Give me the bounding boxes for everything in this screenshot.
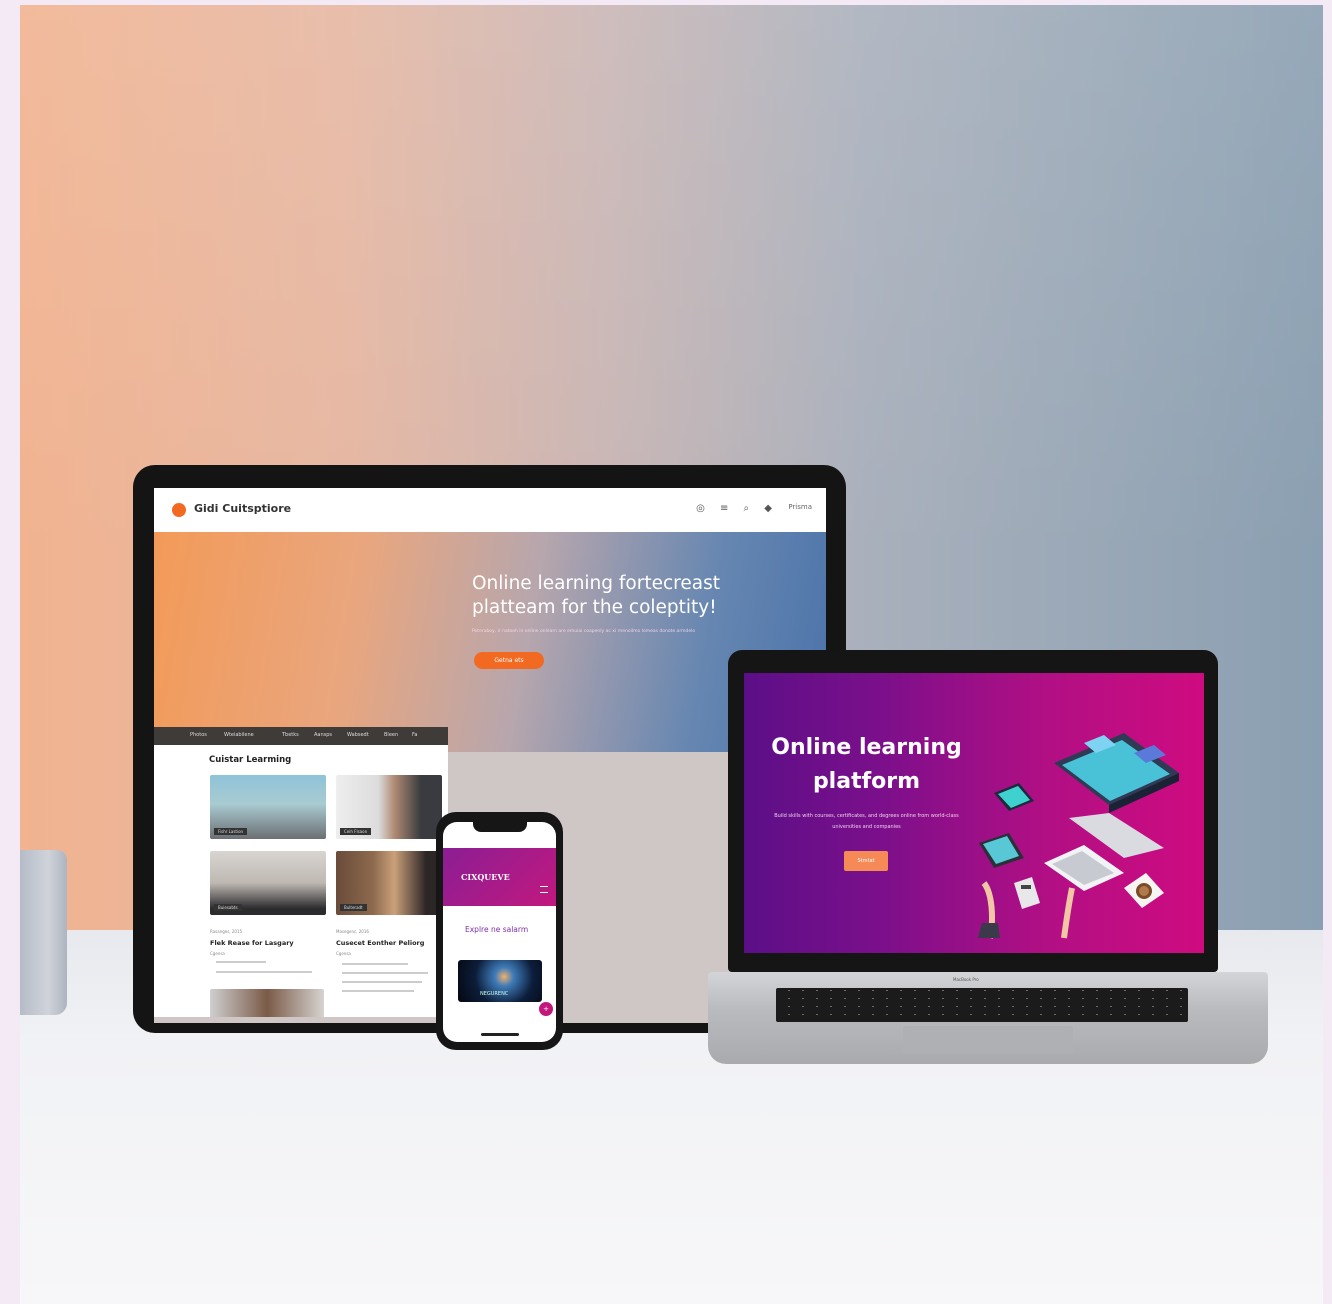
hero-cta-button[interactable]: Getna ets [474,652,544,669]
phone-explore-link[interactable]: Explre ne salarm [465,925,528,934]
hero-banner: Online learning fortecreast platteam for… [154,532,826,752]
laptop-hero-title: Online learning platform [764,731,969,799]
hero-title: Online learning fortecreast platteam for… [472,572,732,620]
header-button[interactable]: Prisma [788,503,812,511]
coffee-cup-icon [1124,873,1164,908]
laptop-deck: MacBook Pro [708,972,1268,1064]
text-line [216,961,266,963]
text-line [342,972,428,974]
laptop-brandmark: MacBook Pro [953,977,979,982]
hamburger-menu-icon[interactable] [540,886,548,893]
post-meta: Rasanges, 2015 [210,929,243,934]
isometric-devices-illustration [978,733,1179,939]
menu-item[interactable]: Wabsedt [347,732,369,738]
post-title[interactable]: Flek Rease for Lasgary [210,939,294,947]
laptop-base: MacBook Pro [708,972,1268,1064]
text-line [342,990,414,992]
post-sub: Cgensa [210,951,225,956]
post-meta: Masegenc, 2016 [336,929,369,934]
floating-action-button[interactable]: + [539,1002,553,1016]
laptop-hero-subtitle: Build skills with courses, certificates,… [774,813,959,830]
card-caption: Fishr Lastion [214,828,248,835]
post-sub: Cgensa [336,951,351,956]
course-listing-page: Photos Wteiabilene Tbetks Aansps Wabsedt… [154,727,448,1017]
mug [20,850,67,1015]
home-indicator [481,1033,519,1036]
site-header: Gidi Cuitsptiore ◎ ≡ ⌕ ◆ Prisma [154,488,826,533]
keyboard[interactable] [776,988,1188,1022]
phone-course-card[interactable]: NEGURENC [458,960,542,1002]
site-brand[interactable]: Gidi Cuitsptiore [194,502,291,515]
laptop-cta-button[interactable]: Stmtat [844,851,888,871]
phone-screen: CIXQUEVE Explre ne salarm NEGURENC + [443,822,556,1042]
header-icons[interactable]: ◎ ≡ ⌕ ◆ [696,503,778,514]
course-card-image[interactable]: Ceih Flsaon [336,775,442,839]
text-line [342,963,408,965]
logo-icon[interactable] [172,503,186,517]
laptop-title-line2: platform [812,769,921,794]
course-card-image[interactable] [210,989,324,1017]
hero-title-line1: Online learning fortecreast [472,573,720,594]
hero-title-line2: platteam for the coleptity! [472,597,717,618]
post-title[interactable]: Cusecet Eonther Peliorg [336,939,424,947]
phone-brand[interactable]: CIXQUEVE [461,872,510,882]
course-card-image[interactable]: Fishr Lastion [210,775,326,839]
menu-item[interactable]: Wteiabilene [224,732,254,738]
isometric-tablet-icon [994,783,1034,811]
text-line [216,971,312,973]
menu-item[interactable]: Fa [412,732,417,738]
hero-subtitle: Poteraboy, ir natoeh in online onlearn a… [472,629,696,634]
menu-item[interactable]: Bleen [384,732,398,738]
laptop-screen: Online learning platform Build skills wi… [744,673,1204,953]
card-caption: Bulteradt [340,904,367,911]
trackpad[interactable] [903,1026,1073,1054]
calculator-icon [1014,877,1040,909]
course-card-image[interactable]: Bulteradt [336,851,442,915]
section-title: Cuistar Learming [209,755,292,765]
category-menu: Photos Wteiabilene Tbetks Aansps Wabsedt… [154,727,448,745]
menu-item[interactable]: Aansps [314,732,332,738]
laptop-title-line1: Online learning [771,735,962,760]
course-card-image[interactable]: Buiesabts [210,851,326,915]
keyboard-icon [1044,845,1124,891]
phone-in-hand-icon [979,833,1024,868]
card-caption: Buiesabts [214,904,242,911]
menu-item[interactable]: Tbetks [282,732,299,738]
text-line [342,981,422,983]
card-caption: Ceih Flsaon [340,828,372,835]
menu-item[interactable]: Photos [190,732,207,738]
phone-card-label: NEGURENC [480,991,509,997]
phone-notch [473,822,527,832]
